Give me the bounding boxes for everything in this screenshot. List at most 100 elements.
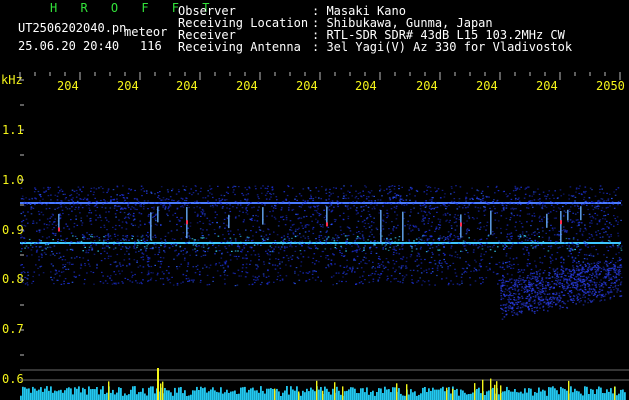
noise-dot bbox=[566, 248, 569, 250]
noise-dot bbox=[50, 199, 52, 201]
noise-dot bbox=[424, 217, 426, 219]
noise-dot bbox=[364, 279, 366, 281]
noise-dot bbox=[564, 289, 567, 292]
noise-dot bbox=[185, 199, 188, 202]
noise-dot bbox=[454, 251, 457, 253]
noise-dot bbox=[510, 278, 513, 280]
noise-dot bbox=[90, 271, 92, 273]
noise-dot bbox=[466, 220, 468, 222]
noise-dot bbox=[537, 199, 540, 201]
noise-dot bbox=[583, 196, 586, 198]
level-bar bbox=[202, 388, 204, 400]
noise-dot bbox=[136, 198, 138, 200]
noise-dot bbox=[150, 265, 153, 268]
noise-dot bbox=[536, 294, 539, 296]
noise-dot bbox=[473, 267, 476, 269]
noise-dot bbox=[363, 271, 365, 273]
noise-dot bbox=[42, 198, 44, 200]
noise-dot bbox=[263, 223, 266, 225]
noise-dot bbox=[110, 279, 113, 281]
noise-dot bbox=[107, 234, 109, 236]
noise-dot bbox=[620, 266, 623, 268]
noise-dot bbox=[470, 270, 472, 272]
noise-dot bbox=[618, 257, 621, 259]
noise-dot bbox=[42, 249, 45, 251]
noise-dot bbox=[346, 235, 349, 237]
noise-dot bbox=[23, 201, 26, 203]
noise-dot bbox=[257, 196, 259, 198]
noise-dot bbox=[171, 190, 173, 192]
noise-dot bbox=[500, 295, 502, 297]
noise-dot bbox=[505, 253, 508, 255]
noise-dot bbox=[133, 247, 135, 249]
noise-dot bbox=[390, 203, 393, 205]
noise-dot bbox=[362, 259, 364, 261]
noise-dot bbox=[75, 276, 77, 278]
noise-dot bbox=[467, 243, 470, 245]
noise-dot bbox=[495, 237, 498, 239]
noise-dot bbox=[445, 208, 447, 210]
noise-dot bbox=[342, 276, 344, 278]
noise-dot bbox=[137, 266, 140, 268]
noise-dot bbox=[195, 243, 198, 245]
noise-dot bbox=[252, 215, 254, 217]
noise-dot bbox=[483, 226, 485, 228]
noise-dot bbox=[515, 257, 518, 259]
noise-dot bbox=[133, 245, 135, 247]
noise-dot bbox=[322, 224, 324, 226]
noise-dot bbox=[567, 292, 569, 294]
noise-dot bbox=[519, 242, 522, 244]
noise-dot bbox=[64, 198, 67, 200]
noise-dot bbox=[527, 258, 529, 261]
level-bar bbox=[210, 389, 212, 400]
level-bar bbox=[518, 392, 520, 400]
noise-dot bbox=[162, 257, 165, 259]
noise-dot bbox=[466, 267, 468, 269]
noise-dot bbox=[552, 229, 554, 231]
level-bar bbox=[384, 386, 386, 400]
noise-dot bbox=[448, 204, 450, 207]
noise-dot bbox=[105, 245, 108, 247]
noise-dot bbox=[556, 275, 559, 277]
noise-dot bbox=[420, 262, 423, 264]
noise-dot bbox=[188, 235, 190, 237]
noise-dot bbox=[153, 208, 155, 210]
noise-dot bbox=[449, 265, 452, 267]
noise-dot bbox=[310, 197, 313, 200]
noise-dot bbox=[532, 206, 534, 208]
noise-dot bbox=[464, 245, 467, 247]
noise-dot bbox=[383, 238, 386, 240]
noise-dot bbox=[100, 199, 102, 202]
noise-dot bbox=[519, 203, 522, 206]
noise-dot bbox=[120, 208, 122, 210]
noise-dot bbox=[563, 210, 566, 212]
noise-dot bbox=[531, 308, 533, 310]
noise-dot bbox=[578, 301, 581, 303]
noise-dot bbox=[554, 243, 557, 245]
noise-dot bbox=[360, 202, 362, 204]
level-bar bbox=[166, 390, 168, 400]
noise-dot bbox=[336, 283, 338, 285]
noise-dot bbox=[528, 277, 531, 279]
noise-dot bbox=[217, 185, 219, 187]
noise-dot bbox=[545, 290, 547, 292]
noise-dot bbox=[393, 188, 396, 190]
noise-dot bbox=[317, 204, 320, 207]
noise-dot bbox=[278, 263, 281, 265]
noise-dot bbox=[225, 260, 228, 262]
noise-dot bbox=[508, 307, 510, 309]
level-bar bbox=[340, 394, 342, 400]
noise-dot bbox=[185, 278, 188, 280]
noise-dot bbox=[516, 187, 519, 189]
noise-dot bbox=[357, 198, 360, 200]
noise-dot bbox=[575, 276, 577, 278]
noise-dot bbox=[584, 287, 586, 289]
noise-dot bbox=[458, 198, 461, 200]
level-bar bbox=[112, 389, 114, 400]
noise-dot bbox=[97, 241, 99, 243]
noise-dot bbox=[609, 278, 612, 280]
noise-dot bbox=[581, 267, 584, 269]
noise-dot bbox=[110, 275, 112, 277]
noise-dot bbox=[349, 230, 352, 232]
noise-dot bbox=[176, 208, 179, 210]
